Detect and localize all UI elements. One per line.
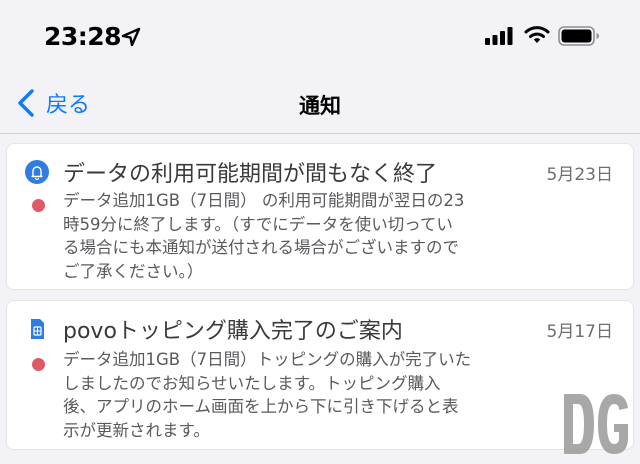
bell-icon bbox=[25, 160, 49, 184]
notification-title: povoトッピング購入完了のご案内 bbox=[63, 319, 403, 344]
navigation-bar: 戻る 通知 bbox=[0, 72, 640, 134]
unread-dot bbox=[32, 199, 45, 212]
page-title: 通知 bbox=[299, 94, 341, 118]
notification-title: データの利用可能期間が間もなく終了 bbox=[63, 162, 438, 187]
notification-card[interactable]: povoトッピング購入完了のご案内 5月17日 データ追加1GB（7日間）トッピ… bbox=[6, 300, 634, 450]
location-arrow-icon bbox=[121, 27, 141, 47]
wifi-icon bbox=[524, 26, 550, 43]
notification-card[interactable]: データの利用可能期間が間もなく終了 5月23日 データ追加1GB（7日間） の利… bbox=[6, 143, 634, 290]
notification-date: 5月17日 bbox=[546, 322, 613, 342]
status-time: 23:28 bbox=[44, 22, 122, 51]
unread-dot bbox=[32, 358, 45, 371]
notification-body: データ追加1GB（7日間）トッピングの購入が完了いた しましたのでお知らせいたし… bbox=[63, 350, 472, 440]
watermark-logo bbox=[564, 394, 628, 454]
sim-card-icon bbox=[31, 319, 44, 339]
notification-body: データ追加1GB（7日間） の利用可能期間が翌日の23 時59分に終了します。（… bbox=[63, 191, 465, 281]
battery-icon bbox=[558, 26, 599, 46]
signal-icon bbox=[485, 27, 513, 45]
status-bar: 23:28 bbox=[0, 0, 640, 72]
notification-date: 5月23日 bbox=[546, 165, 613, 185]
